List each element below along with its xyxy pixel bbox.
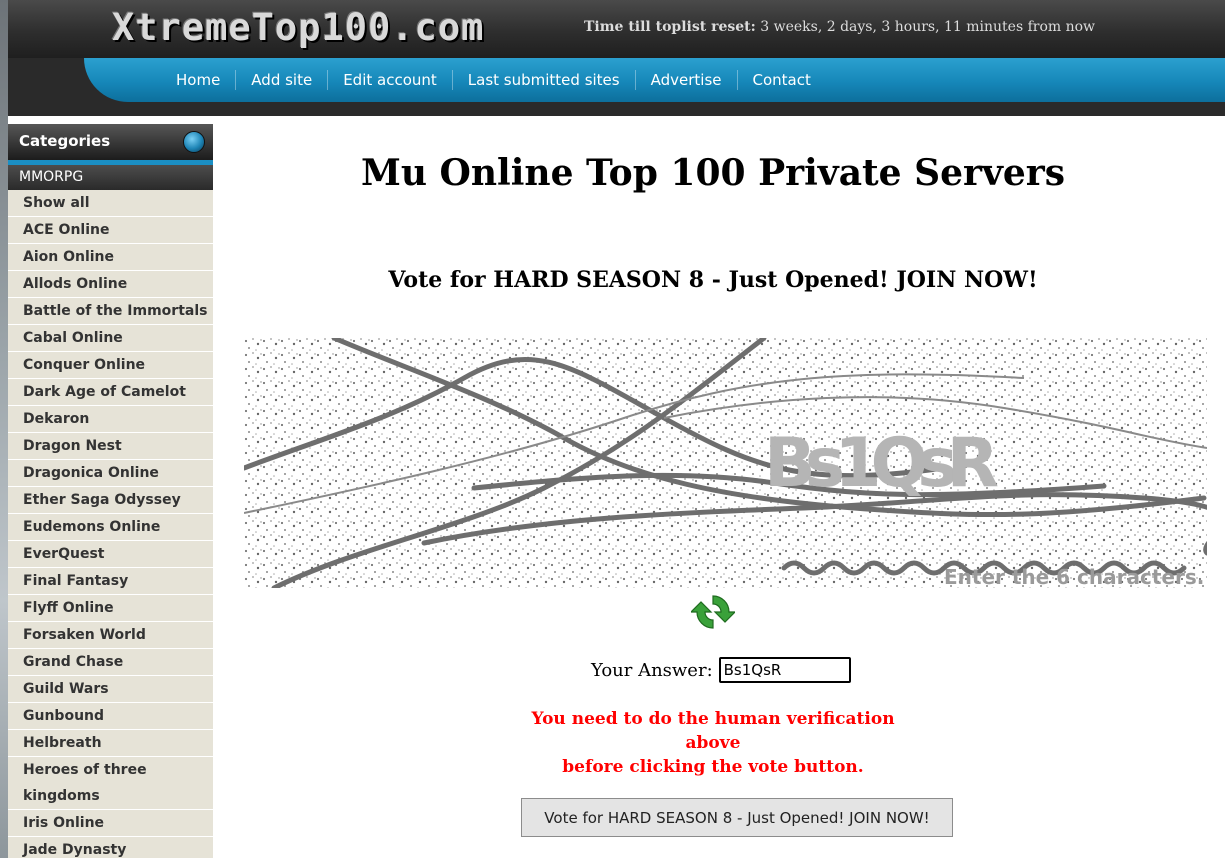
category-item[interactable]: Heroes of three kingdoms xyxy=(8,757,213,810)
categories-sidebar: Categories MMORPG Show all ACE Online Ai… xyxy=(8,124,213,864)
captcha-answer-input[interactable] xyxy=(718,657,851,683)
category-item[interactable]: Battle of the Immortals xyxy=(8,298,213,325)
nav-wrap: Home Add site Edit account Last submitte… xyxy=(8,58,1225,116)
warning-line-1: You need to do the human verification ab… xyxy=(531,709,895,753)
nav-advertise[interactable]: Advertise xyxy=(634,70,737,90)
nav-last-submitted[interactable]: Last submitted sites xyxy=(451,70,635,90)
site-header: XtremeTop100.com Time till toplist reset… xyxy=(8,0,1225,58)
category-item[interactable]: Helbreath xyxy=(8,730,213,757)
answer-row: Your Answer: xyxy=(591,657,851,683)
category-item[interactable]: Eudemons Online xyxy=(8,514,213,541)
category-item[interactable]: Dragonica Online xyxy=(8,460,213,487)
main-nav-bar: Home Add site Edit account Last submitte… xyxy=(84,58,1225,102)
category-item[interactable]: Final Fantasy xyxy=(8,568,213,595)
vote-button[interactable]: Vote for HARD SEASON 8 - Just Opened! JO… xyxy=(521,798,953,837)
category-item[interactable]: Conquer Online xyxy=(8,352,213,379)
vote-subtitle: Vote for HARD SEASON 8 - Just Opened! JO… xyxy=(388,267,1038,293)
refresh-captcha-icon[interactable] xyxy=(689,590,737,634)
reset-value: 3 weeks, 2 days, 3 hours, 11 minutes fro… xyxy=(760,19,1096,35)
captcha-hint-text: Enter the 6 characters. xyxy=(944,565,1204,588)
category-item[interactable]: Dekaron xyxy=(8,406,213,433)
category-item[interactable]: Flyff Online xyxy=(8,595,213,622)
answer-label: Your Answer: xyxy=(591,659,713,681)
category-item[interactable]: Iris Online xyxy=(8,810,213,837)
category-item[interactable]: Dragon Nest xyxy=(8,433,213,460)
category-item[interactable]: Ether Saga Odyssey xyxy=(8,487,213,514)
nav-edit-account[interactable]: Edit account xyxy=(327,70,452,90)
page-background-strip xyxy=(0,0,8,858)
category-list: Show all ACE Online Aion Online Allods O… xyxy=(8,190,213,864)
page-title: Mu Online Top 100 Private Servers xyxy=(360,152,1066,194)
category-item[interactable]: Forsaken World xyxy=(8,622,213,649)
warning-line-2: before clicking the vote button. xyxy=(562,757,864,777)
category-item[interactable]: Guild Wars xyxy=(8,676,213,703)
category-item[interactable]: Cabal Online xyxy=(8,325,213,352)
nav-add-site[interactable]: Add site xyxy=(235,70,327,90)
captcha-code-text: Bs1QsR xyxy=(764,424,998,503)
nav-contact[interactable]: Contact xyxy=(736,70,826,90)
category-item[interactable]: Gunbound xyxy=(8,703,213,730)
category-item[interactable]: Grand Chase xyxy=(8,649,213,676)
captcha-image: Bs1QsR Enter the 6 characters. xyxy=(244,338,1207,588)
verification-warning: You need to do the human verification ab… xyxy=(513,707,913,779)
categories-orb-icon xyxy=(183,131,205,153)
category-item[interactable]: Aion Online xyxy=(8,244,213,271)
category-group-mmorpg[interactable]: MMORPG xyxy=(8,165,213,190)
toplist-reset-timer: Time till toplist reset: 3 weeks, 2 days… xyxy=(584,19,1095,35)
nav-home[interactable]: Home xyxy=(164,70,235,90)
main-content: Mu Online Top 100 Private Servers Vote f… xyxy=(213,124,1225,858)
category-item[interactable]: Jade Dynasty xyxy=(8,837,213,864)
category-item[interactable]: Allods Online xyxy=(8,271,213,298)
categories-title: Categories xyxy=(19,132,111,150)
main-nav: Home Add site Edit account Last submitte… xyxy=(164,58,826,102)
categories-header: Categories xyxy=(8,124,213,165)
category-item[interactable]: Show all xyxy=(8,190,213,217)
category-item[interactable]: ACE Online xyxy=(8,217,213,244)
category-item[interactable]: EverQuest xyxy=(8,541,213,568)
category-item[interactable]: Dark Age of Camelot xyxy=(8,379,213,406)
site-logo[interactable]: XtremeTop100.com xyxy=(112,4,484,52)
reset-label: Time till toplist reset: xyxy=(584,19,756,35)
